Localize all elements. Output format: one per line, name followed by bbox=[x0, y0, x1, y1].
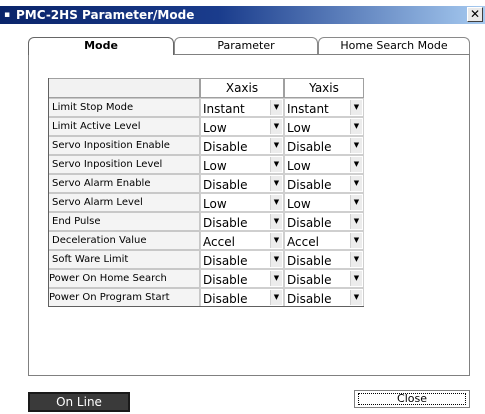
tab-parameter[interactable]: Parameter bbox=[174, 37, 318, 54]
mode-panel: Xaxis Yaxis Limit Stop Mode Instant ▼ Insta… bbox=[28, 54, 470, 376]
parameter-mode-window: ▪ PMC-2HS Parameter/Mode ✕ Parameter Hom… bbox=[0, 0, 485, 414]
tab-strip: Parameter Home Search Mode Mode bbox=[28, 37, 470, 55]
close-icon[interactable]: ✕ bbox=[467, 7, 483, 22]
tab-mode[interactable]: Mode bbox=[28, 37, 174, 55]
online-status-button[interactable]: On Line bbox=[28, 392, 130, 412]
app-icon: ▪ bbox=[4, 10, 11, 20]
grid-border bbox=[48, 78, 364, 307]
focus-ring bbox=[358, 393, 466, 405]
close-button[interactable]: Close bbox=[354, 390, 470, 408]
title-bar[interactable]: ▪ PMC-2HS Parameter/Mode ✕ bbox=[0, 6, 485, 24]
tab-home-search-mode[interactable]: Home Search Mode bbox=[318, 37, 470, 54]
window-title: PMC-2HS Parameter/Mode bbox=[16, 8, 195, 22]
